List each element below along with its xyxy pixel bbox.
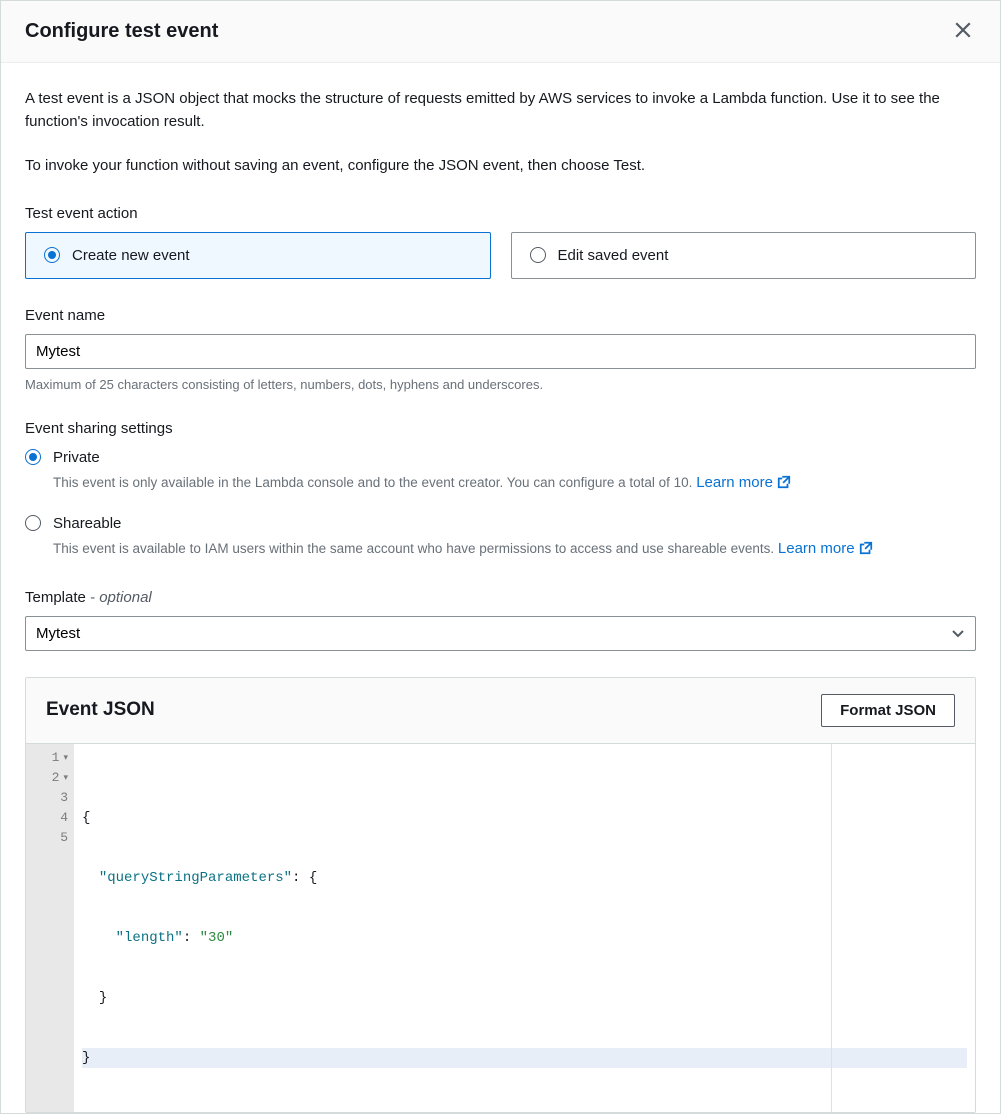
tile-create-new-event[interactable]: Create new event: [25, 232, 491, 279]
radio-private[interactable]: Private This event is only available in …: [25, 447, 976, 495]
modal-title: Configure test event: [25, 20, 218, 43]
radio-shareable-title: Shareable: [53, 515, 976, 532]
fold-icon: ▾: [63, 748, 68, 768]
intro-paragraph-1: A test event is a JSON object that mocks…: [25, 87, 976, 134]
event-json-title: Event JSON: [46, 699, 155, 721]
radio-shareable[interactable]: Shareable This event is available to IAM…: [25, 513, 976, 561]
editor-gutter: 1▾ 2▾ 3 4 5: [26, 744, 74, 1112]
test-event-action-section: Test event action Create new event Edit …: [25, 205, 976, 279]
fold-icon: ▾: [63, 768, 68, 788]
editor-ruler: [831, 744, 832, 1112]
radio-private-desc: This event is only available in the Lamb…: [53, 472, 976, 493]
template-label: Template - optional: [25, 589, 976, 606]
modal-header: Configure test event: [1, 1, 1000, 63]
editor-code[interactable]: { "queryStringParameters": { "length": "…: [74, 744, 975, 1112]
close-icon: [954, 21, 972, 39]
tile-label: Edit saved event: [558, 247, 669, 264]
test-event-action-label: Test event action: [25, 205, 976, 222]
radio-icon: [25, 515, 41, 531]
event-name-section: Event name Maximum of 25 characters cons…: [25, 307, 976, 392]
learn-more-shareable-link[interactable]: Learn more: [778, 538, 873, 559]
external-link-icon: [859, 541, 873, 555]
radio-icon: [44, 247, 60, 263]
event-sharing-label: Event sharing settings: [25, 420, 976, 437]
external-link-icon: [777, 475, 791, 489]
learn-more-private-link[interactable]: Learn more: [696, 472, 791, 493]
radio-icon: [25, 449, 41, 465]
radio-private-title: Private: [53, 449, 976, 466]
radio-icon: [530, 247, 546, 263]
template-section: Template - optional Mytest: [25, 589, 976, 651]
event-name-helper: Maximum of 25 characters consisting of l…: [25, 377, 976, 392]
tile-edit-saved-event[interactable]: Edit saved event: [511, 232, 977, 279]
template-select[interactable]: Mytest: [25, 616, 976, 651]
radio-shareable-desc: This event is available to IAM users wit…: [53, 538, 976, 559]
tile-label: Create new event: [72, 247, 190, 264]
intro-text: A test event is a JSON object that mocks…: [25, 87, 976, 177]
event-sharing-section: Event sharing settings Private This even…: [25, 420, 976, 561]
event-name-label: Event name: [25, 307, 976, 324]
json-editor[interactable]: 1▾ 2▾ 3 4 5 { "queryStringParameters": {…: [26, 744, 975, 1112]
intro-paragraph-2: To invoke your function without saving a…: [25, 154, 976, 177]
event-json-panel: Event JSON Format JSON 1▾ 2▾ 3 4 5 { "qu…: [25, 677, 976, 1113]
close-button[interactable]: [950, 17, 976, 46]
event-name-input[interactable]: [25, 334, 976, 369]
format-json-button[interactable]: Format JSON: [821, 694, 955, 727]
configure-test-event-modal: Configure test event A test event is a J…: [0, 0, 1001, 1114]
